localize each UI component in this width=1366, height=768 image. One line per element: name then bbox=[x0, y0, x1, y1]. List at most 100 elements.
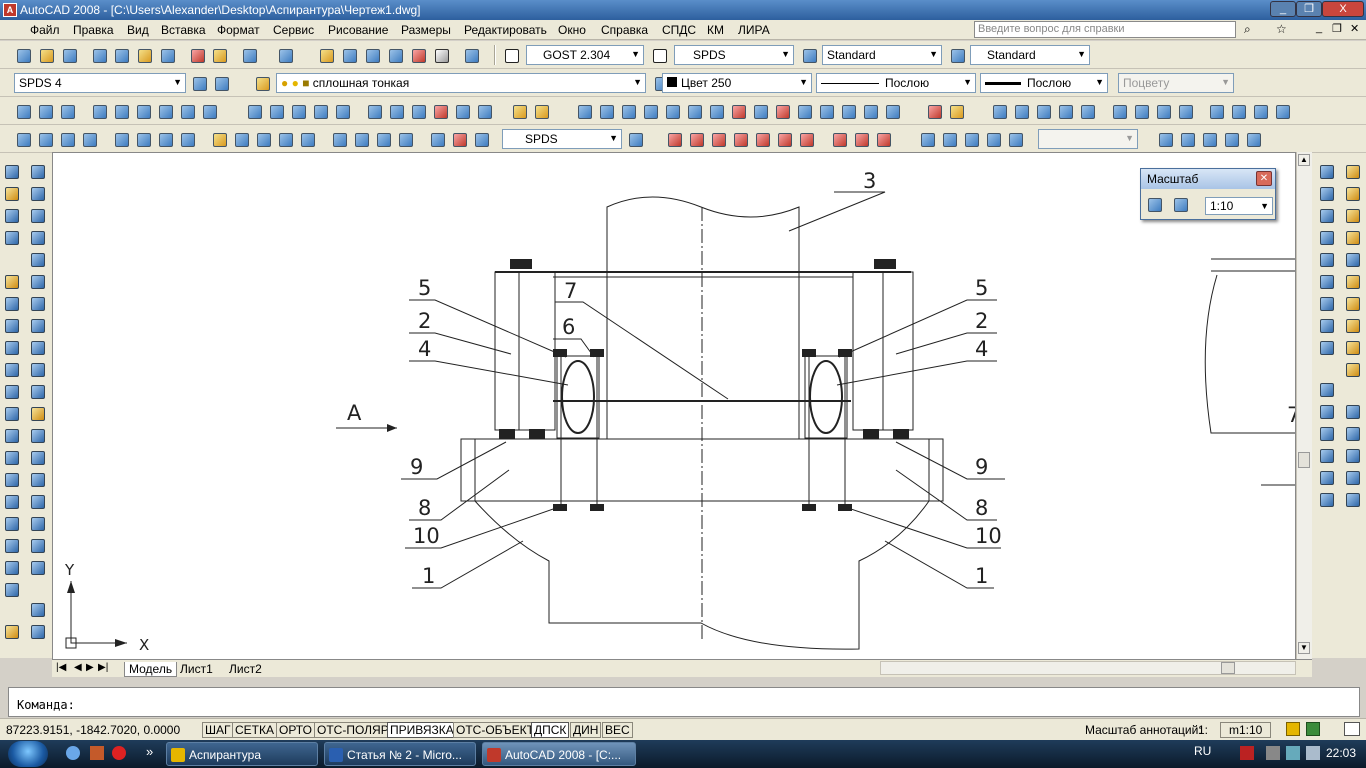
draw-extra-button-2[interactable] bbox=[29, 623, 47, 641]
spds-tool-25[interactable] bbox=[619, 102, 637, 120]
spds-tool-26[interactable] bbox=[641, 102, 659, 120]
spds-tool-41[interactable] bbox=[1012, 102, 1030, 120]
spds-tool-5[interactable] bbox=[112, 102, 130, 120]
close-button[interactable]: X bbox=[1322, 1, 1364, 17]
modify-break-button[interactable] bbox=[3, 515, 21, 533]
spds-tool-35[interactable] bbox=[839, 102, 857, 120]
doc-restore-button[interactable]: ❐ bbox=[1332, 22, 1342, 35]
task-autocad[interactable]: AutoCAD 2008 - [C:... bbox=[482, 742, 636, 766]
scroll-up-arrow-icon[interactable]: ▲ bbox=[1298, 154, 1310, 166]
draw-ellipse-button[interactable] bbox=[29, 361, 47, 379]
save-button[interactable] bbox=[60, 46, 78, 64]
spds-tool-28[interactable] bbox=[685, 102, 703, 120]
linetype-select[interactable]: Послою ▼ bbox=[816, 73, 976, 93]
spds-tool-6[interactable] bbox=[134, 102, 152, 120]
right-tool-14[interactable] bbox=[1318, 469, 1336, 487]
star-icon[interactable]: ☆ bbox=[1276, 22, 1287, 36]
spds-style-select[interactable]: SPDS ▼ bbox=[502, 129, 622, 149]
right-tool-15[interactable] bbox=[1318, 491, 1336, 509]
modify-chamfer-button[interactable] bbox=[3, 559, 21, 577]
snap-toggle[interactable]: ШАГ bbox=[202, 722, 234, 738]
scroll-down-arrow-icon[interactable]: ▼ bbox=[1298, 642, 1310, 654]
text-tool-2[interactable] bbox=[3, 185, 21, 203]
tab-nav-next-icon[interactable]: ▶ bbox=[86, 662, 94, 673]
spds-tool-44[interactable] bbox=[1078, 102, 1096, 120]
menu-window[interactable]: Окно bbox=[558, 23, 586, 37]
dim-style-select[interactable]: SPDS ▼ bbox=[674, 45, 794, 65]
view-tool-3[interactable] bbox=[962, 130, 980, 148]
dim-tool-5[interactable] bbox=[112, 130, 130, 148]
right-tool-10[interactable] bbox=[1318, 381, 1336, 399]
modify-erase-button[interactable] bbox=[3, 273, 21, 291]
help-button[interactable] bbox=[462, 46, 480, 64]
new-file-button[interactable] bbox=[14, 46, 32, 64]
horizontal-scrollbar[interactable] bbox=[880, 661, 1296, 675]
leader-tool-1[interactable] bbox=[665, 130, 683, 148]
tray-settings-icon[interactable] bbox=[1306, 722, 1320, 736]
dim-tool-8[interactable] bbox=[178, 130, 196, 148]
dim-tool-19[interactable] bbox=[450, 130, 468, 148]
table-style-icon[interactable] bbox=[800, 46, 818, 64]
right-tool-19[interactable] bbox=[1344, 229, 1362, 247]
right-tool-3[interactable] bbox=[1318, 207, 1336, 225]
leader-tool-3[interactable] bbox=[709, 130, 727, 148]
spds-tool-31[interactable] bbox=[751, 102, 769, 120]
draw-rectangle-button[interactable] bbox=[29, 251, 47, 269]
doc-minimize-button[interactable]: _ bbox=[1316, 22, 1322, 34]
menu-insert[interactable]: Вставка bbox=[161, 23, 206, 37]
right-tool-17[interactable] bbox=[1344, 185, 1362, 203]
make-block-button[interactable] bbox=[29, 427, 47, 445]
draw-line-button[interactable] bbox=[29, 163, 47, 181]
spds-tool-17[interactable] bbox=[409, 102, 427, 120]
draw-spline-button[interactable] bbox=[29, 339, 47, 357]
spds-tool-38[interactable] bbox=[925, 102, 943, 120]
spds-tool-15[interactable] bbox=[365, 102, 383, 120]
draw-arc-button[interactable] bbox=[29, 273, 47, 291]
spds-tool-3[interactable] bbox=[58, 102, 76, 120]
network-icon[interactable] bbox=[1286, 746, 1300, 760]
properties-button[interactable] bbox=[317, 46, 335, 64]
plot-button[interactable] bbox=[90, 46, 108, 64]
draw-hatch-button[interactable] bbox=[29, 471, 47, 489]
spds-tool-37[interactable] bbox=[883, 102, 901, 120]
plot-preview-button[interactable] bbox=[112, 46, 130, 64]
lock-icon[interactable] bbox=[1286, 722, 1300, 736]
ducs-toggle[interactable]: ДПСК bbox=[531, 722, 570, 738]
dim-tool-9[interactable] bbox=[210, 130, 228, 148]
right-tool-8[interactable] bbox=[1318, 317, 1336, 335]
break-tool-1[interactable] bbox=[1156, 130, 1174, 148]
view-tool-4[interactable] bbox=[984, 130, 1002, 148]
right-tool-2[interactable] bbox=[1318, 185, 1336, 203]
spds-tool-33[interactable] bbox=[795, 102, 813, 120]
right-tool-16[interactable] bbox=[1344, 163, 1362, 181]
right-tool-4[interactable] bbox=[1318, 229, 1336, 247]
spds-tool-46[interactable] bbox=[1132, 102, 1150, 120]
modify-extend-button[interactable] bbox=[3, 493, 21, 511]
ortho-toggle[interactable]: ОРТО bbox=[276, 722, 315, 738]
text-style-select[interactable]: GOST 2.304 ▼ bbox=[526, 45, 644, 65]
dim-tool-20[interactable] bbox=[472, 130, 490, 148]
3d-dwf-button[interactable] bbox=[158, 46, 176, 64]
right-tool-21[interactable] bbox=[1344, 273, 1362, 291]
undo-button[interactable] bbox=[240, 46, 258, 64]
menu-help[interactable]: Справка bbox=[601, 23, 648, 37]
tab-nav-prev-icon[interactable]: ◀ bbox=[74, 662, 82, 673]
task-word[interactable]: Статья № 2 - Micro... bbox=[324, 742, 476, 766]
spds-tool-4[interactable] bbox=[90, 102, 108, 120]
leader-tool-7[interactable] bbox=[797, 130, 815, 148]
annotation-scale-value[interactable]: 1: bbox=[1198, 723, 1208, 737]
tool-palettes-button[interactable] bbox=[363, 46, 381, 64]
draw-table-button[interactable] bbox=[29, 537, 47, 555]
menu-tools[interactable]: Сервис bbox=[273, 23, 314, 37]
menu-file[interactable]: Файл bbox=[30, 23, 60, 37]
spds-tool-47[interactable] bbox=[1154, 102, 1172, 120]
right-tool-23[interactable] bbox=[1344, 317, 1362, 335]
workspace-select[interactable]: SPDS 4 ▼ bbox=[14, 73, 186, 93]
leader-tool-10[interactable] bbox=[874, 130, 892, 148]
right-tool-29[interactable] bbox=[1344, 469, 1362, 487]
layer-select[interactable]: ● ● ■ сплошная тонкая ▼ bbox=[276, 73, 646, 93]
break-tool-2[interactable] bbox=[1178, 130, 1196, 148]
leader-tool-2[interactable] bbox=[687, 130, 705, 148]
vertical-scroll-thumb[interactable] bbox=[1298, 452, 1310, 468]
modify-rotate-button[interactable] bbox=[3, 405, 21, 423]
